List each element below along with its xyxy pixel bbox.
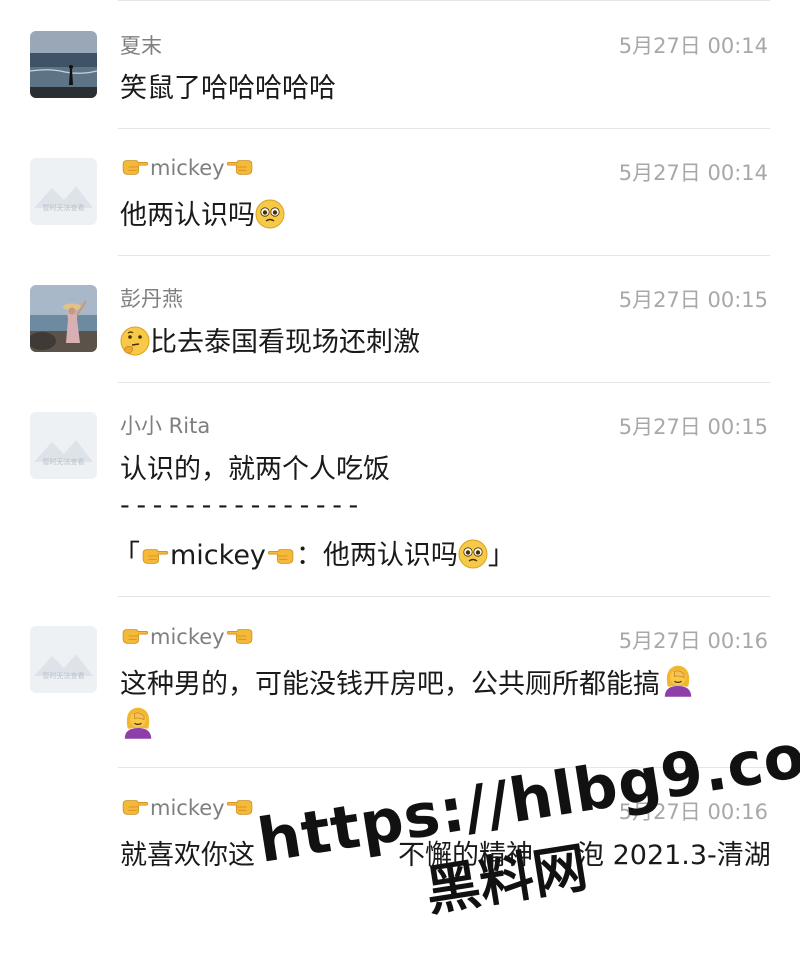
pointing-left-hand-icon xyxy=(226,800,252,815)
message-separator xyxy=(118,255,770,256)
message-time: 5月27日 00:15 xyxy=(618,415,768,439)
message-text-left: 就喜欢你这 xyxy=(120,840,255,871)
pleading-face-icon xyxy=(458,539,488,569)
pointing-right-hand-icon xyxy=(122,800,149,815)
message-text: 比去泰国看现场还刺激 xyxy=(120,320,420,359)
quote-sender-name: mickey xyxy=(170,540,266,571)
sender-name[interactable]: mickey xyxy=(120,625,255,649)
avatar-placeholder-text: 暂时无法查看 xyxy=(42,672,85,680)
placeholder-image-icon xyxy=(30,412,97,479)
message-separator xyxy=(118,596,770,597)
woman-facepalming-icon xyxy=(664,664,692,698)
seaside-photo-avatar xyxy=(30,285,97,352)
pointing-left-hand-icon xyxy=(226,629,252,644)
sender-name[interactable]: mickey xyxy=(120,796,255,820)
sender-name[interactable]: 小小 Rita xyxy=(120,410,210,440)
message-separator xyxy=(118,128,770,129)
message-separator xyxy=(118,382,770,383)
quote-divider: - - - - - - - - - - - - - - - xyxy=(120,490,358,521)
message-time: 5月27日 00:15 xyxy=(618,288,768,312)
woman-facepalming-icon xyxy=(124,706,152,740)
message-text: 这种男的，可能没钱开房吧，公共厕所都能搞 xyxy=(120,662,696,701)
message-text-content: 比去泰国看现场还刺激 xyxy=(150,327,420,358)
sender-name[interactable]: mickey xyxy=(120,156,255,180)
quote-close-bracket: 」 xyxy=(487,540,515,571)
message-time: 5月27日 00:14 xyxy=(618,34,768,58)
avatar[interactable]: 暂时无法查看 xyxy=(30,158,97,225)
pointing-left-hand-icon xyxy=(226,160,252,175)
top-separator xyxy=(118,0,770,1)
pointing-right-hand-icon xyxy=(122,629,149,644)
message-text-content: 这种男的，可能没钱开房吧，公共厕所都能搞 xyxy=(120,669,660,700)
avatar[interactable]: 暂时无法查看 xyxy=(30,626,97,693)
thinking-face-icon xyxy=(120,326,150,356)
sender-name[interactable]: 夏末 xyxy=(120,30,162,60)
sender-name-text: mickey xyxy=(150,156,225,180)
sender-name[interactable]: 彭丹燕 xyxy=(120,283,183,313)
avatar[interactable]: 暂时无法查看 xyxy=(30,412,97,479)
placeholder-image-icon xyxy=(30,626,97,693)
avatar-placeholder-text: 暂时无法查看 xyxy=(42,458,85,466)
beach-photo-avatar xyxy=(30,31,97,98)
placeholder-image-icon xyxy=(30,158,97,225)
avatar[interactable] xyxy=(30,285,97,352)
message-text: 他两认识吗 xyxy=(120,193,285,232)
message-text: 笑鼠了哈哈哈哈哈 xyxy=(120,73,336,104)
sender-name-text: mickey xyxy=(150,796,225,820)
quote-text: 他两认识吗 xyxy=(322,540,458,571)
avatar-placeholder-text: 暂时无法查看 xyxy=(42,204,85,212)
quoted-message[interactable]: 「 mickey ：他两认识吗」 xyxy=(113,533,515,572)
sender-name-text: mickey xyxy=(150,625,225,649)
pleading-face-icon xyxy=(255,199,285,229)
pointing-right-hand-icon xyxy=(122,160,149,175)
pointing-left-hand-icon xyxy=(267,549,294,564)
avatar[interactable] xyxy=(30,31,97,98)
message-time: 5月27日 00:16 xyxy=(618,629,768,653)
quote-separator: ： xyxy=(295,540,323,571)
message-text-wrap xyxy=(120,704,156,742)
message-text: 认识的，就两个人吃饭 xyxy=(120,454,390,485)
message-text-content: 他两认识吗 xyxy=(120,200,255,231)
message-time: 5月27日 00:14 xyxy=(618,161,768,185)
pointing-right-hand-icon xyxy=(142,549,169,564)
quote-open-bracket: 「 xyxy=(113,540,140,571)
